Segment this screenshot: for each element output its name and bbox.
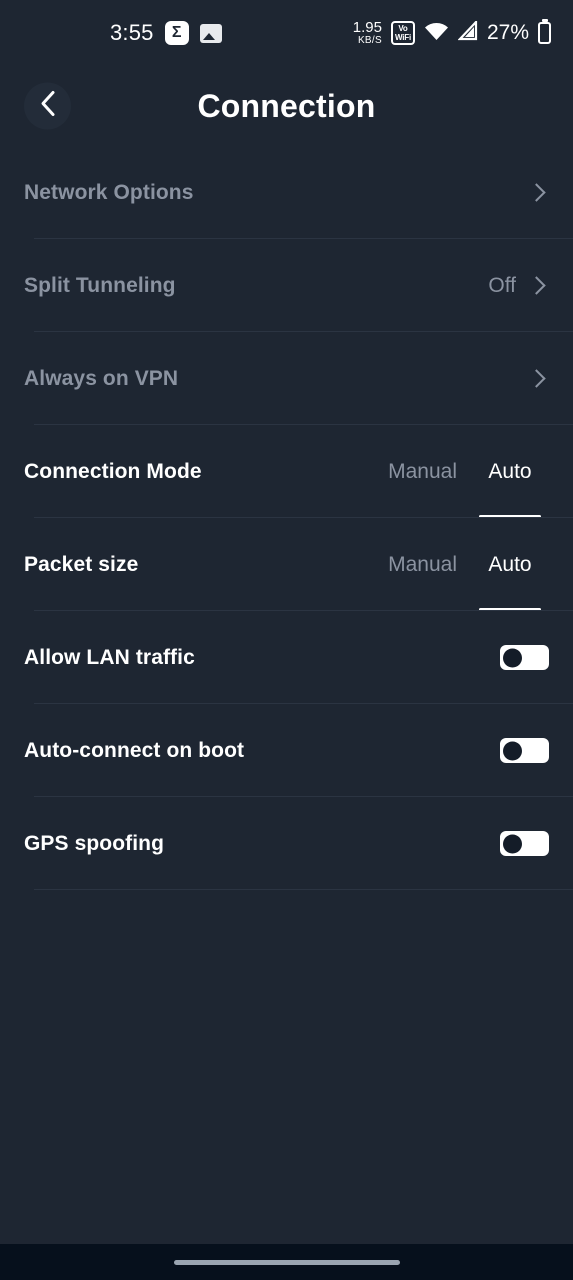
connection-mode-segmented-control: Manual Auto (374, 425, 573, 518)
image-icon (199, 23, 222, 43)
packet-size-option-manual[interactable]: Manual (374, 518, 471, 611)
settings-list: Network Options Split Tunneling Off Alwa… (0, 146, 573, 1244)
sigma-icon: Σ (164, 21, 189, 45)
data-rate-value: 1.95 (352, 18, 382, 36)
battery-icon (538, 22, 551, 44)
setting-label: Allow LAN traffic (24, 645, 195, 669)
packet-size-option-auto[interactable]: Auto (471, 518, 549, 611)
chevron-right-icon (527, 183, 546, 202)
setting-row-split-tunneling[interactable]: Split Tunneling Off (0, 239, 573, 332)
gesture-home-pill[interactable] (173, 1259, 400, 1265)
setting-row-accessory (527, 369, 549, 388)
status-bar: 3:55 Σ 1.95 KB/S Vo WiFi 27% (0, 0, 573, 66)
status-bar-right: 1.95 KB/S Vo WiFi 27% (353, 18, 551, 46)
chevron-right-icon (527, 369, 546, 388)
vowifi-line-2: WiFi (394, 33, 411, 42)
setting-row-always-on-vpn[interactable]: Always on VPN (0, 332, 573, 425)
setting-label: Connection Mode (24, 459, 202, 483)
setting-label: Auto-connect on boot (24, 738, 245, 762)
status-bar-clock: 3:55 (110, 20, 154, 45)
cellular-signal-icon (457, 18, 478, 46)
chevron-left-icon (39, 90, 57, 123)
status-bar-left: 3:55 Σ (110, 20, 222, 46)
setting-row-accessory: Off (488, 274, 549, 298)
setting-row-packet-size: Packet size Manual Auto (0, 518, 573, 611)
setting-label: Network Options (24, 180, 194, 204)
page-title: Connection (197, 87, 376, 124)
setting-row-allow-lan-traffic: Allow LAN traffic (0, 611, 573, 704)
allow-lan-traffic-toggle[interactable] (500, 645, 549, 670)
gps-spoofing-toggle[interactable] (500, 831, 549, 856)
setting-value: Off (488, 273, 516, 297)
toggle-knob (503, 648, 522, 667)
system-navigation-bar (0, 1244, 573, 1280)
setting-row-auto-connect-on-boot: Auto-connect on boot (0, 704, 573, 797)
connection-mode-option-manual[interactable]: Manual (374, 425, 471, 518)
vowifi-icon: Vo WiFi (390, 21, 415, 45)
vowifi-line-1: Vo (398, 24, 408, 33)
toggle-knob (503, 834, 522, 853)
connection-mode-option-auto[interactable]: Auto (471, 425, 549, 518)
connection-settings-screen: 3:55 Σ 1.95 KB/S Vo WiFi 27% Connection … (0, 0, 573, 1280)
setting-row-network-options[interactable]: Network Options (0, 146, 573, 239)
data-rate-indicator: 1.95 KB/S (353, 20, 382, 46)
packet-size-segmented-control: Manual Auto (374, 518, 573, 611)
setting-row-accessory (500, 738, 549, 763)
setting-label: Always on VPN (24, 366, 179, 390)
setting-label: GPS spoofing (24, 831, 165, 855)
toggle-knob (503, 741, 522, 760)
auto-connect-on-boot-toggle[interactable] (500, 738, 549, 763)
setting-row-gps-spoofing: GPS spoofing (0, 797, 573, 890)
back-button[interactable] (24, 82, 71, 130)
page-header: Connection (0, 66, 573, 146)
row-divider (34, 888, 573, 890)
setting-row-accessory (527, 183, 549, 202)
wifi-icon (424, 21, 449, 46)
setting-row-accessory (500, 645, 549, 670)
setting-label: Packet size (24, 552, 139, 576)
setting-row-connection-mode: Connection Mode Manual Auto (0, 425, 573, 518)
chevron-right-icon (527, 276, 546, 295)
data-rate-unit: KB/S (357, 34, 382, 46)
setting-label: Split Tunneling (24, 273, 176, 297)
battery-percent-label: 27% (486, 21, 529, 44)
setting-row-accessory (500, 831, 549, 856)
